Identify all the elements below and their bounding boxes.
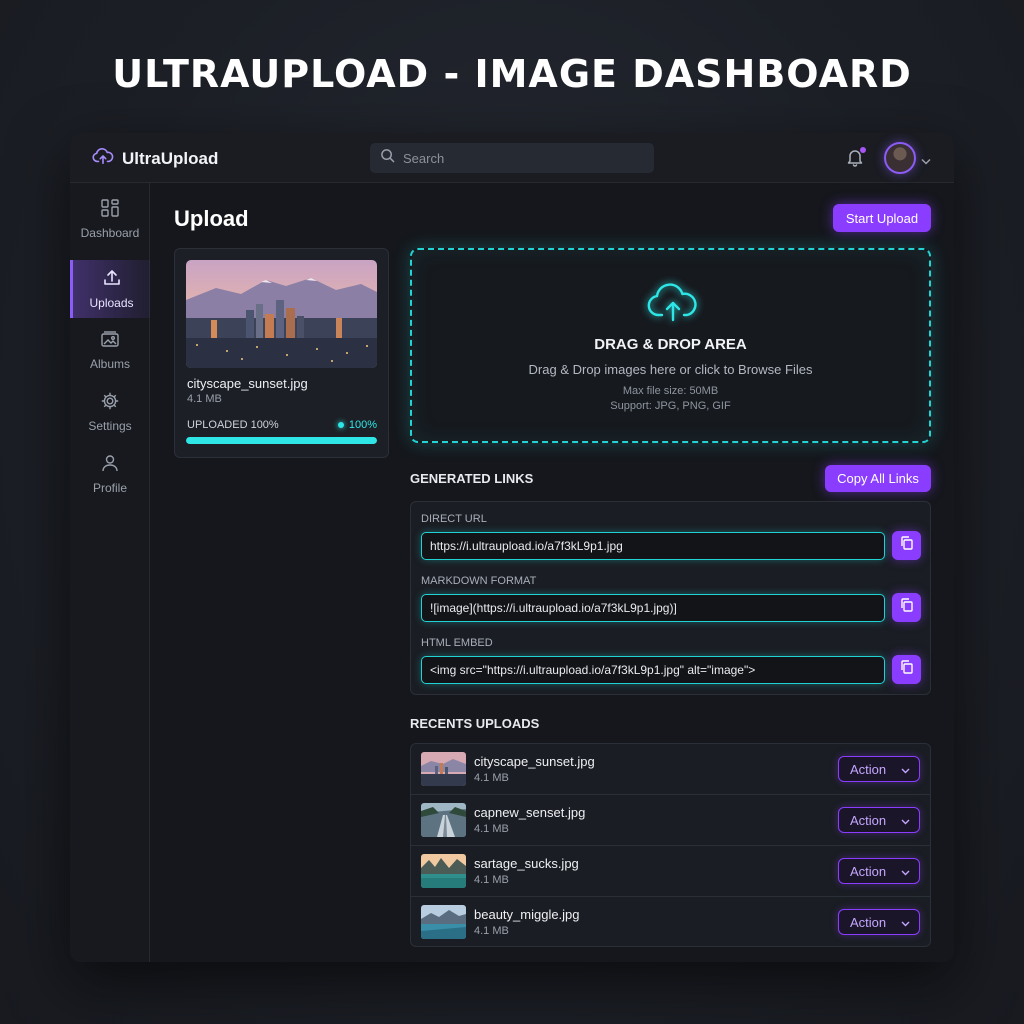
- action-label: Action: [850, 863, 887, 879]
- recent-file-size: 4.1 MB: [474, 925, 509, 937]
- main-content: Upload Start Upload cityscape_sunset.jpg…: [150, 183, 954, 962]
- copy-direct-url-button[interactable]: [892, 531, 921, 560]
- gear-icon: [100, 391, 120, 414]
- recent-file-size: 4.1 MB: [474, 823, 509, 835]
- user-icon: [100, 453, 120, 476]
- sidebar-item-label: Albums: [89, 357, 130, 371]
- sidebar-item-profile[interactable]: Profile: [70, 446, 150, 502]
- action-dropdown[interactable]: Action: [838, 756, 920, 782]
- notification-button[interactable]: [846, 147, 866, 172]
- action-label: Action: [850, 914, 887, 930]
- copy-all-links-button[interactable]: Copy All Links: [825, 465, 931, 492]
- action-label: Action: [850, 812, 887, 828]
- search-icon: [380, 148, 395, 168]
- direct-url-field[interactable]: [421, 532, 885, 560]
- sidebar-item-label: Settings: [88, 419, 132, 433]
- markdown-format-field[interactable]: [421, 594, 885, 622]
- copy-html-embed-button[interactable]: [892, 655, 921, 684]
- bell-icon: [846, 150, 864, 171]
- copy-icon: [900, 536, 914, 555]
- drag-drop-area[interactable]: DRAG & DROP AREA Drag & Drop images here…: [410, 248, 931, 443]
- copy-icon: [900, 660, 914, 679]
- file-name: cityscape_sunset.jpg: [187, 376, 308, 391]
- notification-badge: [860, 147, 866, 153]
- brand[interactable]: UltraUpload: [92, 147, 218, 170]
- list-item[interactable]: capnew_senset.jpg 4.1 MB Action: [411, 795, 930, 846]
- list-item[interactable]: sartage_sucks.jpg 4.1 MB Action: [411, 846, 930, 897]
- recent-uploads-list: cityscape_sunset.jpg 4.1 MB Action capne…: [410, 743, 931, 947]
- sidebar-item-settings[interactable]: Settings: [70, 384, 150, 440]
- action-dropdown[interactable]: Action: [838, 909, 920, 935]
- sidebar: Dashboard Uploads Albums Settings Profil…: [70, 183, 150, 962]
- list-item[interactable]: cityscape_sunset.jpg 4.1 MB Action: [411, 744, 930, 795]
- page-title: Upload: [174, 206, 249, 231]
- start-upload-button[interactable]: Start Upload: [833, 204, 931, 232]
- file-thumbnail: [186, 260, 377, 368]
- upload-file-card[interactable]: cityscape_sunset.jpg 4.1 MB UPLOADED 100…: [174, 248, 389, 458]
- action-dropdown[interactable]: Action: [838, 807, 920, 833]
- recent-file-size: 4.1 MB: [474, 874, 509, 886]
- search-input[interactable]: [403, 150, 633, 166]
- sidebar-item-albums[interactable]: Albums: [70, 322, 150, 378]
- list-item[interactable]: beauty_miggle.jpg 4.1 MB Action: [411, 897, 930, 946]
- generated-links-panel: DIRECT URL MARKDOWN FORMAT HTML EMBED: [410, 501, 931, 695]
- sidebar-item-label: Profile: [92, 481, 127, 495]
- sidebar-item-label: Dashboard: [80, 226, 140, 240]
- direct-url-label: DIRECT URL: [421, 513, 487, 525]
- upload-status: UPLOADED 100%: [187, 419, 279, 431]
- recent-uploads-title: RECENTS UPLOADS: [410, 716, 540, 731]
- app-window: UltraUpload Dashboard: [70, 133, 954, 962]
- copy-icon: [900, 598, 914, 617]
- chevron-down-icon: [901, 864, 910, 879]
- sidebar-item-uploads[interactable]: Uploads: [70, 260, 150, 318]
- generated-links-title: GENERATED LINKS: [410, 471, 534, 486]
- progress-bar: [186, 437, 377, 444]
- page-heading: ULTRAUPLOAD - IMAGE DASHBOARD: [112, 52, 912, 96]
- chevron-down-icon: [901, 915, 910, 930]
- recent-thumbnail: [421, 803, 466, 837]
- image-stack-icon: [100, 329, 120, 352]
- chevron-down-icon: [901, 813, 910, 828]
- html-embed-field[interactable]: [421, 656, 885, 684]
- sidebar-item-label: Uploads: [89, 296, 134, 310]
- brand-name: UltraUpload: [122, 148, 219, 168]
- chevron-down-icon: [901, 762, 910, 777]
- upload-percent: 100%: [337, 419, 377, 431]
- sidebar-item-dashboard[interactable]: Dashboard: [70, 191, 150, 247]
- recent-thumbnail: [421, 905, 466, 939]
- copy-markdown-button[interactable]: [892, 593, 921, 622]
- status-dot: [337, 422, 344, 428]
- recent-thumbnail: [421, 854, 466, 888]
- recent-file-name: cityscape_sunset.jpg: [474, 754, 595, 769]
- recent-file-name: beauty_miggle.jpg: [474, 907, 580, 922]
- grid-icon: [100, 198, 120, 221]
- cloud-upload-icon: [92, 147, 114, 170]
- upload-icon: [102, 268, 122, 291]
- dropzone-subtitle: Drag & Drop images here or click to Brow…: [528, 362, 813, 377]
- markdown-format-label: MARKDOWN FORMAT: [421, 575, 537, 587]
- html-embed-label: HTML EMBED: [421, 637, 493, 649]
- recent-thumbnail: [421, 752, 466, 786]
- recent-file-name: sartage_sucks.jpg: [474, 856, 579, 871]
- progress-fill: [186, 437, 377, 444]
- dropzone-support: Support: JPG, PNG, GIF: [610, 400, 731, 412]
- upload-percent-label: 100%: [348, 419, 377, 431]
- avatar[interactable]: [884, 142, 916, 174]
- action-label: Action: [850, 761, 887, 777]
- chevron-down-icon[interactable]: [921, 152, 931, 170]
- recent-file-name: capnew_senset.jpg: [474, 805, 586, 820]
- cloud-upload-icon: [647, 282, 699, 329]
- file-size: 4.1 MB: [187, 393, 222, 405]
- top-bar: UltraUpload: [70, 133, 954, 183]
- search-bar[interactable]: [370, 143, 654, 173]
- action-dropdown[interactable]: Action: [838, 858, 920, 884]
- recent-file-size: 4.1 MB: [474, 772, 509, 784]
- dropzone-title: DRAG & DROP AREA: [594, 336, 747, 353]
- dropzone-max-size: Max file size: 50MB: [622, 385, 719, 397]
